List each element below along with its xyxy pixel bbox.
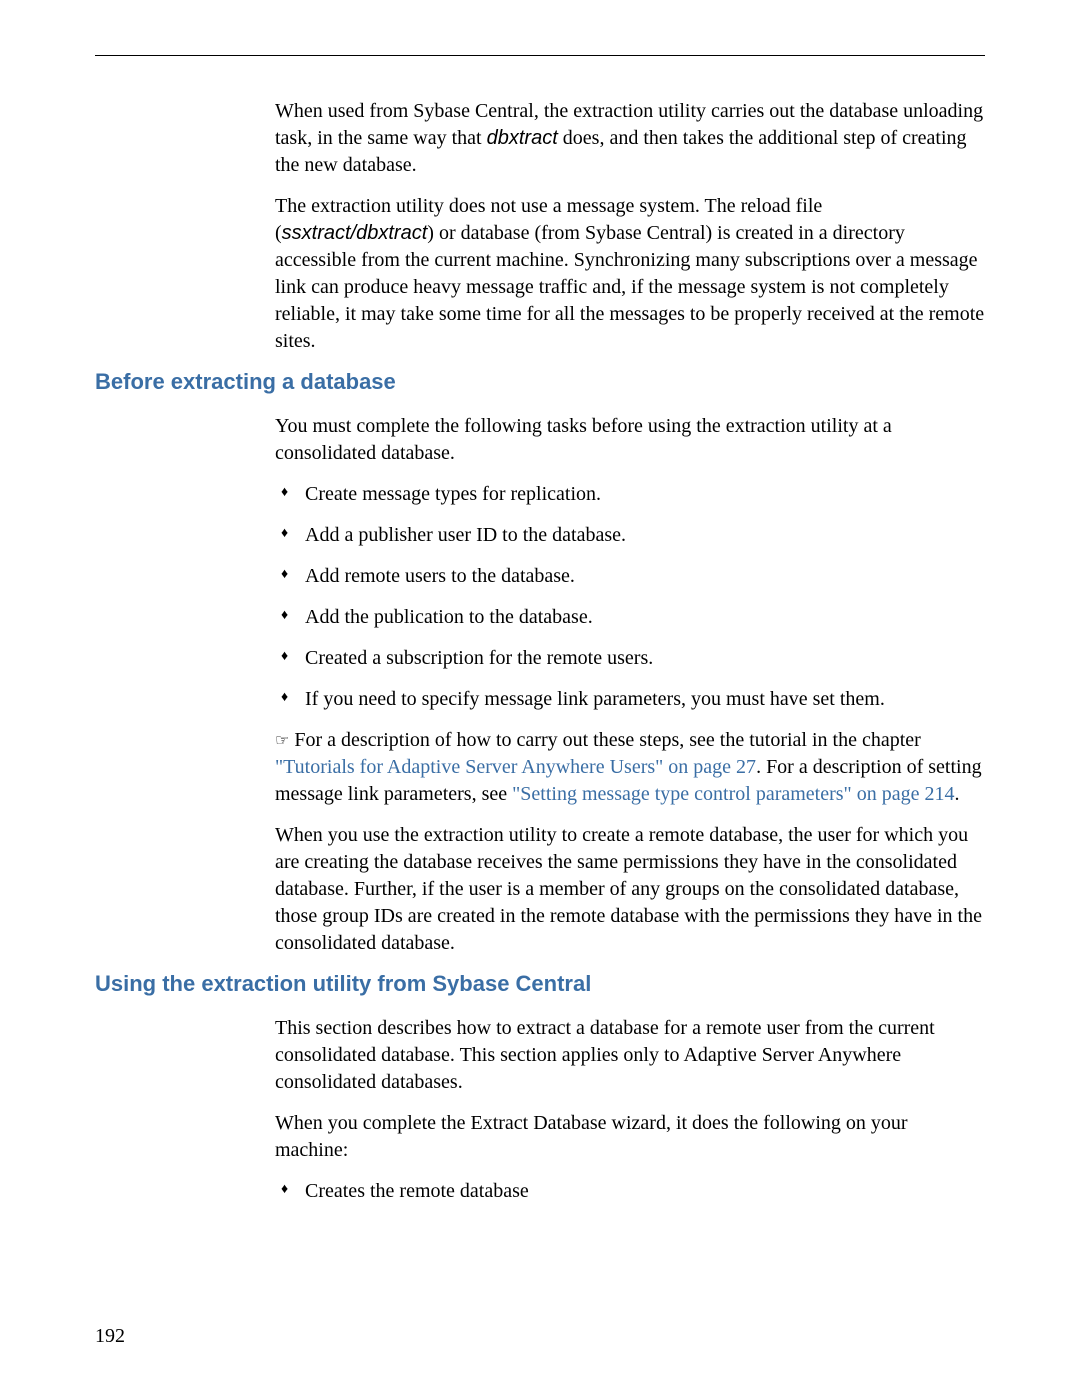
link-tutorials[interactable]: "Tutorials for Adaptive Server Anywhere … [275, 756, 756, 778]
para2-italic: ssxtract/dbxtract [282, 222, 428, 244]
list-item: Add a publisher user ID to the database. [275, 522, 985, 549]
list-item: Add the publication to the database. [275, 604, 985, 631]
paragraph-1: When used from Sybase Central, the extra… [275, 98, 985, 179]
para4-part1: For a description of how to carry out th… [294, 729, 920, 751]
list-item: Creates the remote database [275, 1178, 985, 1205]
wizard-list: Creates the remote database [275, 1178, 985, 1205]
paragraph-6: This section describes how to extract a … [275, 1015, 985, 1096]
horizontal-rule [95, 55, 985, 56]
heading-before-extracting: Before extracting a database [95, 369, 985, 395]
paragraph-7: When you complete the Extract Database w… [275, 1110, 985, 1164]
link-setting-message[interactable]: "Setting message type control parameters… [512, 783, 954, 805]
paragraph-2: The extraction utility does not use a me… [275, 193, 985, 355]
para1-italic: dbxtract [487, 127, 558, 149]
paragraph-4: ☞ For a description of how to carry out … [275, 727, 985, 808]
paragraph-3: You must complete the following tasks be… [275, 413, 985, 467]
para4-part3: . [954, 783, 959, 805]
paragraph-5: When you use the extraction utility to c… [275, 822, 985, 957]
task-list: Create message types for replication. Ad… [275, 481, 985, 713]
list-item: If you need to specify message link para… [275, 686, 985, 713]
list-item: Created a subscription for the remote us… [275, 645, 985, 672]
heading-using-extraction: Using the extraction utility from Sybase… [95, 971, 985, 997]
pointer-icon: ☞ [275, 733, 289, 750]
page-number: 192 [95, 1325, 125, 1348]
list-item: Add remote users to the database. [275, 563, 985, 590]
list-item: Create message types for replication. [275, 481, 985, 508]
